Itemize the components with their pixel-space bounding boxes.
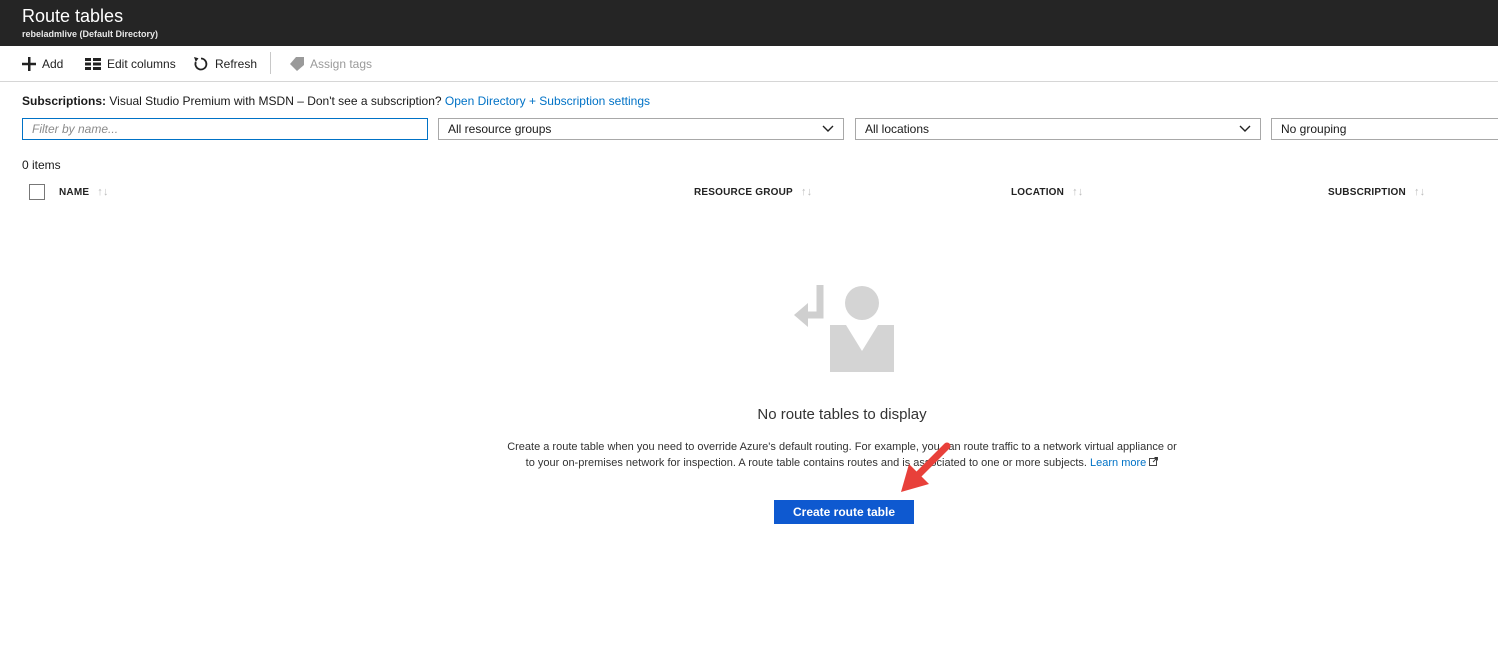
column-header-label: SUBSCRIPTION bbox=[1328, 186, 1406, 198]
assign-tags-button[interactable]: Assign tags bbox=[290, 56, 372, 72]
sort-icon: ↑↓ bbox=[1413, 186, 1426, 198]
column-header-label: RESOURCE GROUP bbox=[694, 186, 793, 198]
select-all-checkbox[interactable] bbox=[29, 184, 45, 200]
subscriptions-text: Visual Studio Premium with MSDN – Don't … bbox=[109, 94, 442, 108]
search-input[interactable] bbox=[32, 122, 412, 136]
directory-settings-link[interactable]: Open Directory + Subscription settings bbox=[445, 94, 650, 108]
assign-tags-label: Assign tags bbox=[310, 57, 373, 71]
item-count: 0 items bbox=[22, 158, 61, 172]
column-header-label: NAME bbox=[59, 186, 90, 198]
subscriptions-label: Subscriptions: bbox=[22, 94, 107, 108]
filter-by-name[interactable] bbox=[22, 118, 428, 140]
directory-subtitle: rebeladmlive (Default Directory) bbox=[22, 29, 159, 39]
command-bar: Add Edit columns Refresh Assign tags bbox=[0, 46, 1498, 82]
external-link-icon bbox=[1149, 457, 1159, 466]
chevron-down-icon bbox=[822, 125, 834, 132]
learn-more-link[interactable]: Learn more bbox=[1090, 457, 1159, 469]
sort-icon: ↑↓ bbox=[97, 186, 109, 198]
empty-state-description: Create a route table when you need to ov… bbox=[502, 439, 1182, 471]
location-dropdown[interactable]: All locations bbox=[855, 118, 1261, 140]
empty-state-title: No route tables to display bbox=[757, 406, 927, 423]
column-header-resource-group[interactable]: RESOURCE GROUP ↑↓ bbox=[694, 186, 812, 198]
refresh-button[interactable]: Refresh bbox=[193, 56, 257, 72]
column-header-location[interactable]: LOCATION ↑↓ bbox=[1011, 186, 1083, 198]
column-header-label: LOCATION bbox=[1011, 186, 1065, 198]
empty-route-icon bbox=[794, 285, 894, 372]
subscriptions-line: Subscriptions: Visual Studio Premium wit… bbox=[22, 94, 650, 108]
empty-state-text: Create a route table when you need to ov… bbox=[507, 441, 1177, 469]
tag-icon bbox=[290, 57, 304, 71]
location-value: All locations bbox=[865, 122, 930, 136]
edit-columns-label: Edit columns bbox=[107, 57, 176, 71]
edit-columns-button[interactable]: Edit columns bbox=[85, 56, 176, 72]
create-route-table-button[interactable]: Create route table bbox=[774, 500, 914, 524]
plus-icon bbox=[22, 57, 36, 71]
chevron-down-icon bbox=[1239, 125, 1251, 132]
grouping-dropdown[interactable]: No grouping bbox=[1271, 118, 1498, 140]
resource-group-dropdown[interactable]: All resource groups bbox=[438, 118, 844, 140]
column-header-subscription[interactable]: SUBSCRIPTION ↑↓ bbox=[1328, 186, 1425, 198]
blade-header: Route tables rebeladmlive (Default Direc… bbox=[0, 0, 1498, 46]
columns-icon bbox=[85, 58, 101, 70]
sort-icon: ↑↓ bbox=[1072, 186, 1084, 198]
grouping-value: No grouping bbox=[1281, 122, 1347, 136]
refresh-icon bbox=[194, 57, 208, 71]
refresh-label: Refresh bbox=[215, 57, 258, 71]
annotation-arrow bbox=[901, 442, 951, 492]
add-button[interactable]: Add bbox=[22, 56, 63, 72]
resource-group-value: All resource groups bbox=[448, 122, 552, 136]
add-label: Add bbox=[42, 57, 64, 71]
column-header-name[interactable]: NAME ↑↓ bbox=[59, 186, 109, 198]
toolbar-divider bbox=[270, 52, 271, 74]
page-title: Route tables bbox=[22, 6, 124, 26]
sort-icon: ↑↓ bbox=[800, 186, 813, 198]
